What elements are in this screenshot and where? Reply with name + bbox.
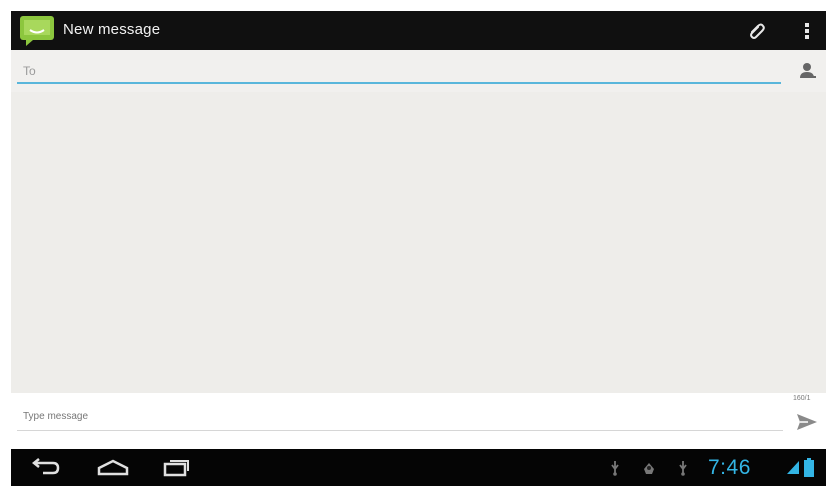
signal-icon bbox=[787, 461, 799, 474]
send-icon bbox=[797, 414, 817, 430]
battery-icon bbox=[804, 458, 814, 477]
recipient-input[interactable] bbox=[17, 60, 781, 84]
character-counter: 160/1 bbox=[793, 395, 811, 402]
usb-icon bbox=[607, 459, 623, 477]
action-bar: New message bbox=[11, 11, 826, 50]
messaging-app-icon[interactable] bbox=[19, 15, 55, 47]
debug-icon bbox=[641, 459, 657, 477]
page-title: New message bbox=[63, 21, 161, 38]
clock: 7:46 bbox=[708, 456, 751, 479]
home-button[interactable] bbox=[93, 453, 133, 482]
system-bar: 7:46 bbox=[11, 449, 826, 486]
add-contact-button[interactable] bbox=[793, 58, 821, 84]
overflow-menu-button[interactable] bbox=[787, 11, 827, 50]
overflow-menu-icon bbox=[805, 22, 809, 39]
conversation-area bbox=[11, 92, 826, 393]
usb-icon bbox=[675, 459, 691, 477]
screen: New message 160/1 bbox=[11, 11, 826, 486]
back-icon bbox=[31, 457, 60, 474]
back-button[interactable] bbox=[26, 453, 66, 482]
message-input[interactable] bbox=[17, 403, 783, 431]
recipient-row bbox=[11, 50, 826, 92]
recent-apps-icon bbox=[163, 459, 189, 476]
home-icon bbox=[97, 459, 129, 475]
recent-apps-button[interactable] bbox=[156, 453, 196, 482]
attach-button[interactable] bbox=[737, 11, 777, 50]
send-button[interactable] bbox=[793, 409, 821, 435]
paperclip-icon bbox=[750, 23, 765, 39]
compose-row: 160/1 bbox=[11, 393, 826, 445]
contact-icon bbox=[800, 63, 816, 78]
